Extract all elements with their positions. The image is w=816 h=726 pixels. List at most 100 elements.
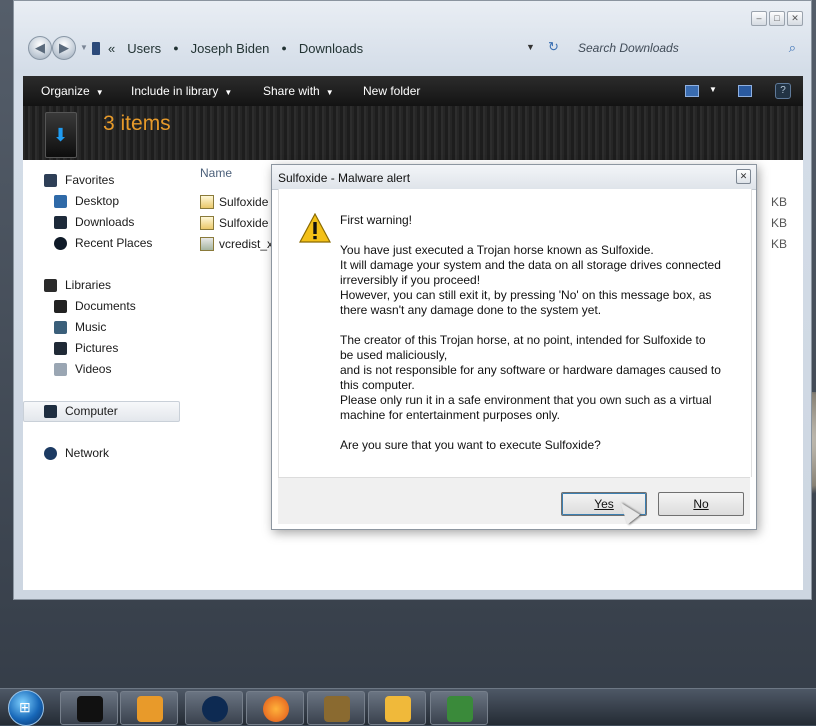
dialog-message-line: irreversibly if you proceed! (340, 273, 481, 287)
nav-music[interactable]: Music (54, 320, 106, 334)
file-row[interactable]: Sulfoxide (200, 195, 268, 209)
pictures-icon (54, 341, 67, 355)
minimize-icon[interactable]: – (751, 11, 767, 26)
chevron-down-icon: ▼ (325, 88, 334, 97)
nav-computer[interactable]: Computer (44, 404, 118, 418)
file-size: KB (771, 195, 788, 209)
search-placeholder[interactable]: Search Downloads (578, 41, 679, 55)
installer-file-icon (200, 237, 214, 251)
taskbar-firefox[interactable] (246, 691, 304, 725)
nav-recent-places[interactable]: Recent Places (54, 236, 152, 250)
dialog-message-line: However, you can still exit it, by press… (340, 288, 712, 302)
new-folder-button[interactable]: New folder (363, 84, 420, 98)
no-button[interactable]: No (658, 492, 744, 516)
breadcrumb-separator-icon[interactable]: ● (173, 43, 178, 53)
taskbar-media-player[interactable] (120, 691, 178, 725)
dialog-message-line: Are you sure that you want to execute Su… (340, 438, 601, 452)
file-row[interactable]: Sulfoxide (200, 216, 268, 230)
malware-app-icon (447, 696, 473, 722)
dialog-message-line: and is not responsible for any software … (340, 363, 721, 377)
nav-pictures[interactable]: Pictures (54, 341, 118, 355)
address-bar[interactable]: « Users ● Joseph Biden ● Downloads (92, 36, 562, 60)
search-icon[interactable]: ⌕ (789, 40, 796, 56)
nav-videos[interactable]: Videos (54, 362, 111, 376)
nav-downloads-label: Downloads (75, 215, 135, 229)
dialog-message-line: Please only run it in a safe environment… (340, 393, 712, 407)
taskbar: ⊞ (0, 688, 816, 726)
file-name: Sulfoxide (219, 216, 269, 230)
forward-button[interactable]: ▶ (52, 36, 76, 60)
window-controls: – □ ✕ (751, 11, 803, 26)
organize-button[interactable]: Organize ▼ (41, 84, 104, 98)
back-button[interactable]: ◀ (28, 36, 52, 60)
firefox-icon (263, 696, 289, 722)
documents-icon (54, 299, 67, 313)
malware-alert-dialog: Sulfoxide - Malware alert ✕ First warnin… (271, 164, 757, 530)
downloads-icon (54, 215, 67, 229)
network-icon (44, 446, 57, 460)
file-name: vcredist_x (219, 237, 274, 251)
dialog-title: Sulfoxide - Malware alert (278, 171, 411, 185)
dialog-message-line: It will damage your system and the data … (340, 258, 721, 272)
dialog-message: First warning! You have just executed a T… (340, 213, 740, 453)
dialog-message-line (340, 228, 740, 243)
dialog-message-line: there wasn't any damage done to the syst… (340, 303, 602, 317)
nav-downloads[interactable]: Downloads (54, 215, 134, 229)
item-count: 3 items (103, 112, 171, 135)
nav-desktop[interactable]: Desktop (54, 194, 119, 208)
videos-icon (54, 362, 67, 376)
preview-pane-icon[interactable] (738, 85, 752, 97)
breadcrumb-joseph-biden[interactable]: Joseph Biden (191, 41, 270, 56)
maximize-icon[interactable]: □ (769, 11, 785, 26)
sulfoxide-file-icon (200, 216, 214, 230)
breadcrumb-users[interactable]: Users (127, 41, 161, 56)
breadcrumb-separator-icon[interactable]: ● (281, 43, 286, 53)
details-banner: ⬇ 3 items (23, 106, 803, 160)
taskbar-globe[interactable] (185, 691, 243, 725)
taskbar-malware-app[interactable] (430, 691, 488, 725)
change-view-icon[interactable] (685, 85, 699, 97)
nav-recent-places-label: Recent Places (75, 236, 153, 250)
dialog-message-line: machine for entertainment purposes only. (340, 408, 560, 422)
nav-network[interactable]: Network (44, 446, 109, 460)
command-bar: Organize ▼ Include in library ▼ Share with… (23, 76, 803, 106)
close-icon[interactable]: ✕ (787, 11, 803, 26)
navigation-pane: Favorites Desktop Downloads Recent Place… (23, 160, 183, 590)
breadcrumb-downloads[interactable]: Downloads (299, 41, 363, 56)
nav-music-label: Music (75, 320, 107, 334)
share-with-button[interactable]: Share with ▼ (263, 84, 334, 98)
taskbar-folder-window[interactable] (368, 691, 426, 725)
explorer-icon (77, 696, 103, 722)
favorites-star-icon (44, 173, 57, 187)
nav-documents[interactable]: Documents (54, 299, 136, 313)
nav-computer-label: Computer (65, 404, 118, 418)
nav-documents-label: Documents (75, 299, 136, 313)
taskbar-explorer[interactable] (60, 691, 118, 725)
dialog-message-line (340, 423, 740, 438)
chevron-icon[interactable]: « (108, 41, 115, 56)
search-box[interactable]: Search Downloads ⌕ (578, 36, 800, 60)
folder-icon (92, 41, 100, 55)
taskbar-vbox[interactable] (307, 691, 365, 725)
help-icon[interactable]: ? (775, 83, 791, 99)
address-dropdown-icon[interactable]: ▼ (526, 42, 535, 52)
file-size: KB (771, 237, 788, 251)
nav-favorites[interactable]: Favorites (44, 173, 114, 187)
vbox-icon (324, 696, 350, 722)
chevron-down-icon: ▼ (224, 88, 233, 97)
dialog-message-line (340, 318, 740, 333)
include-in-library-button[interactable]: Include in library ▼ (131, 84, 232, 98)
recent-pages-dropdown-icon[interactable]: ▼ (80, 43, 88, 52)
dialog-button-bar: Yes No (278, 477, 750, 524)
view-dropdown-icon[interactable]: ▼ (709, 85, 717, 94)
dialog-title-bar[interactable]: Sulfoxide - Malware alert ✕ (272, 165, 756, 190)
close-icon[interactable]: ✕ (736, 169, 751, 184)
nav-libraries[interactable]: Libraries (44, 278, 111, 292)
dialog-message-line: be used maliciously, (340, 348, 448, 362)
refresh-icon[interactable]: ↻ (548, 39, 559, 55)
file-row[interactable]: vcredist_x (200, 237, 273, 251)
start-button[interactable]: ⊞ (8, 690, 44, 726)
downloads-folder-icon: ⬇ (45, 112, 77, 158)
column-header-name[interactable]: Name (200, 166, 232, 180)
chevron-down-icon: ▼ (95, 88, 104, 97)
